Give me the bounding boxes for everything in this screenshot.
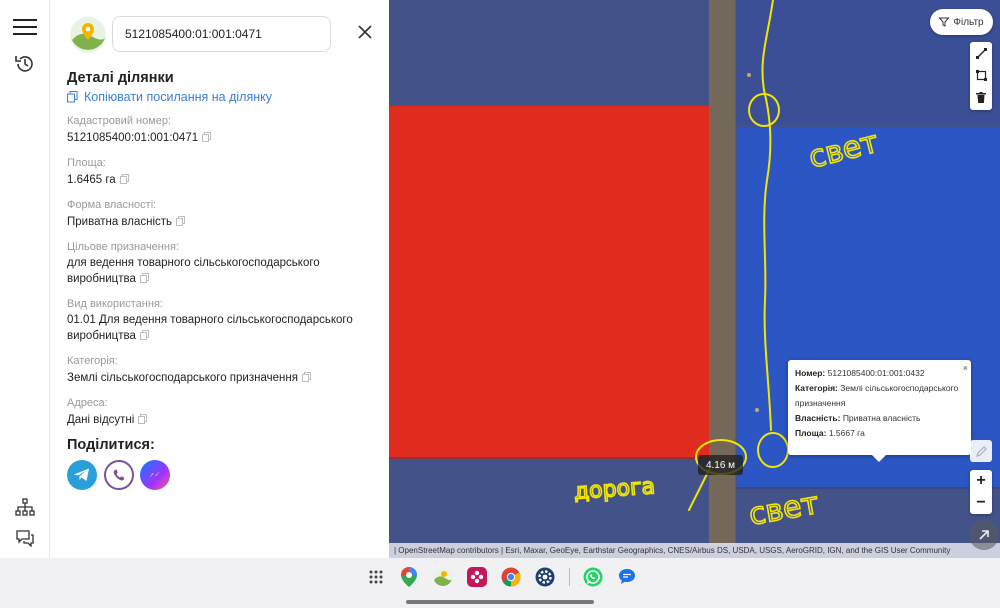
arrow-icon[interactable] (969, 520, 999, 550)
pencil-icon[interactable] (970, 440, 992, 462)
copy-icon[interactable] (301, 372, 311, 382)
category-text: Землі сільськогосподарського призначення (67, 372, 298, 384)
map-point (747, 73, 751, 77)
feedback-icon[interactable] (10, 523, 40, 553)
menu-icon[interactable] (10, 12, 40, 42)
home-indicator[interactable] (406, 600, 594, 604)
filter-label: Фільтр (953, 16, 984, 28)
map-attribution: | OpenStreetMap contributors | Esri, Max… (389, 543, 1000, 558)
purpose-label: Цільове призначення: (67, 241, 179, 253)
search-input[interactable] (112, 16, 331, 52)
chrome-icon[interactable] (500, 566, 522, 588)
purpose-value: для ведення товарного сільськогосподарсь… (67, 255, 332, 287)
whatsapp-icon[interactable] (582, 566, 604, 588)
popup-category: Категорія: Землі сільськогосподарського … (795, 381, 964, 411)
popup-ownership-value: Приватна власність (842, 413, 921, 423)
ownership-value: Приватна власність (67, 214, 367, 230)
copy-icon[interactable] (176, 216, 186, 226)
popup-area-label: Площа: (795, 428, 827, 438)
history-icon[interactable] (10, 49, 40, 79)
map-view[interactable]: свет свет дорога Фільтр 4.16 м × Номер: … (389, 0, 1000, 558)
measure-label: 4.16 м (698, 455, 743, 475)
address-value: Дані відсутні (67, 412, 367, 428)
popup-number-value: 5121085400:01:001:0432 (827, 368, 925, 378)
popup-area-value: 1.5667 га (828, 428, 865, 438)
area-label: Площа: (67, 157, 106, 169)
copy-icon[interactable] (119, 174, 129, 184)
cadastral-label: Кадастровий номер: (67, 115, 172, 127)
copy-icon[interactable] (139, 273, 149, 283)
area-text: 1.6465 га (67, 174, 116, 186)
category-value: Землі сільськогосподарського призначення (67, 370, 367, 386)
measure-line-icon[interactable] (970, 42, 992, 64)
ownership-label: Форма власності: (67, 199, 157, 211)
popup-close-icon[interactable]: × (963, 361, 968, 376)
usage-label: Вид використання: (67, 298, 163, 310)
apps-grid-icon[interactable] (365, 566, 387, 588)
viber-icon[interactable] (104, 460, 134, 490)
copy-icon[interactable] (202, 132, 212, 142)
cadastral-value: 5121085400:01:001:0471 (67, 130, 367, 146)
category-label: Категорія: (67, 355, 118, 367)
flower-app-icon[interactable] (466, 566, 488, 588)
map-canvas[interactable]: свет свет дорога (389, 0, 1000, 558)
settings-app-icon[interactable] (534, 566, 556, 588)
dock-divider (569, 568, 570, 586)
popup-tip (872, 455, 886, 462)
copy-icon[interactable] (139, 330, 149, 340)
details-title: Деталі ділянки (67, 70, 174, 86)
parcel-popup: × Номер: 5121085400:01:001:0432 Категорі… (788, 360, 971, 462)
measure-area-icon[interactable] (970, 64, 992, 86)
purpose-text: для ведення товарного сільськогосподарсь… (67, 257, 320, 285)
cadastral-text: 5121085400:01:001:0471 (67, 132, 199, 144)
copy-link-label: Копіювати посилання на ділянку (84, 90, 272, 104)
messenger-icon[interactable] (140, 460, 170, 490)
popup-number: Номер: 5121085400:01:001:0432 (795, 366, 964, 381)
zoom-out-button[interactable]: − (970, 492, 992, 514)
popup-category-label: Категорія: (795, 383, 838, 393)
app-window: Деталі ділянки Копіювати посилання на ді… (0, 0, 1000, 608)
draw-toolbar (970, 42, 992, 110)
usage-value: 01.01 Для ведення товарного сільськогосп… (67, 312, 362, 344)
popup-ownership: Власність: Приватна власність (795, 411, 964, 426)
taskbar (0, 558, 1000, 608)
left-rail (0, 0, 50, 558)
area-value: 1.6465 га (67, 172, 367, 188)
popup-number-label: Номер: (795, 368, 826, 378)
ownership-text: Приватна власність (67, 216, 173, 228)
map-point (755, 408, 759, 412)
messages-icon[interactable] (616, 566, 638, 588)
trash-icon[interactable] (970, 86, 992, 108)
sitemap-icon[interactable] (10, 492, 40, 522)
copy-link-button[interactable]: Копіювати посилання на ділянку (67, 90, 272, 104)
copy-icon[interactable] (138, 414, 148, 424)
maps-icon[interactable] (398, 566, 420, 588)
photos-icon[interactable] (432, 566, 454, 588)
close-icon[interactable] (353, 20, 377, 44)
usage-text: 01.01 Для ведення товарного сільськогосп… (67, 314, 353, 342)
details-panel: Деталі ділянки Копіювати посилання на ді… (50, 0, 389, 558)
telegram-icon[interactable] (67, 460, 97, 490)
filter-button[interactable]: Фільтр (930, 9, 993, 35)
share-title: Поділитися: (67, 437, 155, 453)
red-parcel[interactable] (389, 106, 711, 459)
zoom-control: + − (970, 470, 992, 514)
address-label: Адреса: (67, 397, 108, 409)
copy-icon (67, 91, 78, 103)
address-text: Дані відсутні (67, 414, 135, 426)
filter-icon (939, 17, 950, 27)
popup-area: Площа: 1.5667 га (795, 426, 964, 441)
app-logo-icon (70, 17, 106, 53)
popup-ownership-label: Власність: (795, 413, 841, 423)
zoom-in-button[interactable]: + (970, 470, 992, 492)
